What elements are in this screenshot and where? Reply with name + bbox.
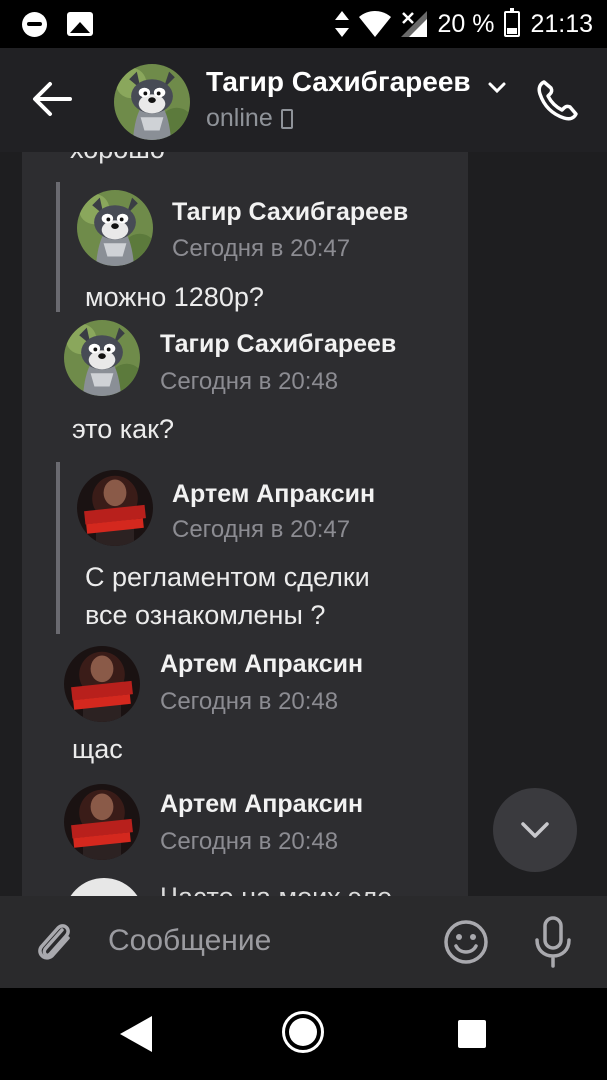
avatar[interactable]	[77, 190, 153, 266]
sender-name[interactable]: Тагир Сахибгареев	[172, 198, 408, 227]
emoji-icon[interactable]	[442, 918, 490, 966]
avatar[interactable]	[77, 470, 153, 546]
chevron-down-icon[interactable]	[486, 76, 508, 98]
message-time: Сегодня в 20:47	[172, 235, 351, 262]
message-text: это как?	[72, 414, 175, 444]
online-status-text: online	[206, 104, 273, 132]
message-column: хорошо Тагир Сахибгареев Сегодня в 20:47…	[22, 152, 468, 896]
sender-name[interactable]: Артем Апраксин	[172, 480, 375, 509]
wifi-icon	[359, 11, 392, 37]
battery-icon	[504, 8, 521, 37]
sender-name[interactable]: Тагир Сахибгареев	[160, 330, 396, 359]
battery-percent: 20 %	[437, 9, 495, 38]
gallery-notification-icon	[67, 12, 93, 36]
contact-status: online	[206, 104, 293, 133]
phone-call-icon[interactable]	[534, 76, 582, 124]
message-text-line-2: все ознакомлены ?	[85, 600, 326, 630]
microphone-icon[interactable]	[532, 916, 574, 968]
do-not-disturb-icon	[22, 11, 47, 37]
nav-back-icon[interactable]	[118, 1016, 154, 1052]
avatar[interactable]	[64, 646, 140, 722]
system-nav-bar	[0, 988, 607, 1080]
chat-header: Тагир Сахибгареев online	[0, 48, 607, 152]
avatar[interactable]	[64, 878, 144, 896]
contact-name[interactable]: Тагир Сахибгареев	[206, 66, 471, 98]
nav-recents-icon[interactable]	[458, 1020, 486, 1048]
scroll-to-bottom-button[interactable]	[493, 788, 577, 872]
mobile-device-icon	[280, 108, 293, 129]
quote-bar	[56, 462, 60, 634]
vibrate-arrows-icon	[335, 11, 350, 37]
status-bar: 20 % 21:13	[0, 0, 607, 48]
back-arrow-icon[interactable]	[26, 76, 78, 122]
message-time: Сегодня в 20:48	[160, 368, 339, 395]
clock: 21:13	[530, 9, 593, 38]
partial-message-text: хорошо	[70, 152, 165, 165]
message-text: можно 1280р?	[85, 282, 264, 312]
message-time: Сегодня в 20:47	[172, 516, 351, 543]
paperclip-icon[interactable]	[32, 918, 78, 966]
signal-icon	[401, 11, 428, 37]
sender-name[interactable]: Артем Апраксин	[160, 790, 363, 819]
sender-name[interactable]: Артем Апраксин	[160, 650, 363, 679]
message-text-line-1: С регламентом сделки	[85, 562, 370, 592]
avatar[interactable]	[64, 320, 140, 396]
message-time: Сегодня в 20:48	[160, 828, 339, 855]
nav-home-icon[interactable]	[282, 1011, 324, 1053]
avatar[interactable]	[64, 784, 140, 860]
message-input[interactable]	[108, 918, 428, 964]
message-time: Сегодня в 20:48	[160, 688, 339, 715]
contact-avatar[interactable]	[114, 64, 190, 140]
chevron-down-icon	[521, 822, 549, 838]
message-composer	[0, 896, 607, 988]
partial-message-text: Часто на моих эле	[160, 882, 392, 896]
quote-bar	[56, 182, 60, 312]
chat-area[interactable]: хорошо Тагир Сахибгареев Сегодня в 20:47…	[0, 152, 607, 896]
message-text: щас	[72, 734, 123, 764]
